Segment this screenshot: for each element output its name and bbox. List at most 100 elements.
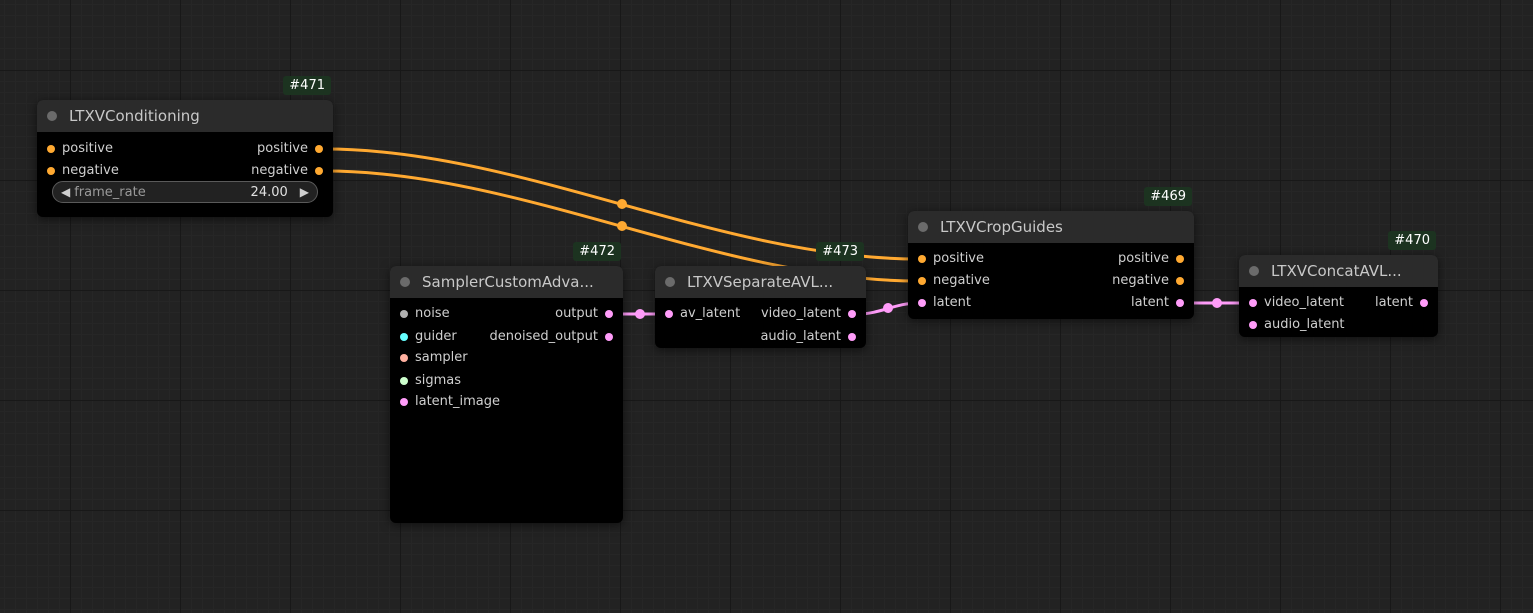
slot-label: positive bbox=[1118, 251, 1169, 266]
slot-label: output bbox=[555, 306, 598, 321]
wire-midpoint-negative[interactable] bbox=[617, 221, 627, 231]
node-header[interactable]: SamplerCustomAdva... bbox=[390, 266, 623, 298]
input-slot-sigmas[interactable]: sigmas bbox=[400, 374, 461, 388]
slot-dot[interactable] bbox=[605, 310, 613, 318]
output-slot-output[interactable]: output bbox=[555, 307, 613, 321]
input-slot-noise[interactable]: noise bbox=[400, 307, 450, 321]
output-slot-audio-latent[interactable]: audio_latent bbox=[760, 330, 856, 344]
node-id-badge: #473 bbox=[816, 242, 864, 261]
slot-label: latent_image bbox=[415, 394, 501, 409]
node-ltxv-crop-guides[interactable]: #469 LTXVCropGuides positive negative la… bbox=[908, 187, 1194, 319]
wire-midpoint-output[interactable] bbox=[635, 309, 645, 319]
slot-dot[interactable] bbox=[1176, 299, 1184, 307]
node-id-badge: #471 bbox=[283, 76, 331, 95]
input-slot-audio-latent[interactable]: audio_latent bbox=[1249, 318, 1345, 332]
output-slot-negative[interactable]: negative bbox=[251, 164, 323, 178]
slot-label: positive bbox=[62, 141, 113, 156]
input-slot-positive[interactable]: positive bbox=[47, 142, 113, 156]
collapse-dot[interactable] bbox=[918, 222, 928, 232]
output-slot-video-latent[interactable]: video_latent bbox=[761, 307, 856, 321]
slot-dot[interactable] bbox=[665, 310, 673, 318]
slot-label: noise bbox=[415, 306, 450, 321]
slot-dot[interactable] bbox=[1176, 277, 1184, 285]
wire-midpoint-positive[interactable] bbox=[617, 199, 627, 209]
output-slot-denoised-output[interactable]: denoised_output bbox=[490, 330, 613, 344]
slot-dot[interactable] bbox=[400, 398, 408, 406]
slot-label: latent bbox=[1130, 295, 1169, 310]
node-header[interactable]: LTXVCropGuides bbox=[908, 211, 1194, 243]
wire-midpoint-latent[interactable] bbox=[1212, 298, 1222, 308]
collapse-dot[interactable] bbox=[400, 277, 410, 287]
wire-midpoint-video-latent[interactable] bbox=[883, 303, 893, 313]
input-slot-latent-image[interactable]: latent_image bbox=[400, 395, 500, 409]
slot-dot[interactable] bbox=[918, 255, 926, 263]
node-sampler-custom-advanced[interactable]: #472 SamplerCustomAdva... noise guider s… bbox=[390, 242, 623, 523]
slot-dot[interactable] bbox=[848, 333, 856, 341]
collapse-dot[interactable] bbox=[1249, 266, 1259, 276]
input-slot-sampler[interactable]: sampler bbox=[400, 351, 468, 365]
node-id-badge: #470 bbox=[1388, 231, 1436, 250]
input-slot-guider[interactable]: guider bbox=[400, 330, 457, 344]
node-id-badge: #469 bbox=[1144, 187, 1192, 206]
slot-dot[interactable] bbox=[918, 299, 926, 307]
widget-value[interactable]: 24.00 bbox=[251, 185, 288, 200]
node-title: LTXVCropGuides bbox=[940, 218, 1063, 236]
slot-label: latent bbox=[1374, 295, 1413, 310]
node-title: SamplerCustomAdva... bbox=[422, 273, 594, 291]
input-slot-negative[interactable]: negative bbox=[918, 274, 990, 288]
slot-dot[interactable] bbox=[400, 310, 408, 318]
slot-dot[interactable] bbox=[47, 167, 55, 175]
slot-label: audio_latent bbox=[1264, 317, 1345, 332]
node-title: LTXVConditioning bbox=[69, 107, 200, 125]
slot-dot[interactable] bbox=[1249, 299, 1257, 307]
node-header[interactable]: LTXVSeparateAVL... bbox=[655, 266, 866, 298]
node-ltxv-conditioning[interactable]: #471 LTXVConditioning positive negative … bbox=[37, 76, 333, 217]
node-id-badge: #472 bbox=[573, 242, 621, 261]
wire-negative[interactable] bbox=[324, 169, 919, 283]
slot-label: negative bbox=[62, 163, 119, 178]
collapse-dot[interactable] bbox=[47, 111, 57, 121]
slot-dot[interactable] bbox=[1420, 299, 1428, 307]
output-slot-latent[interactable]: latent bbox=[1131, 296, 1184, 310]
slot-dot[interactable] bbox=[315, 145, 323, 153]
slot-dot[interactable] bbox=[1176, 255, 1184, 263]
increment-arrow-icon[interactable]: ▶ bbox=[300, 185, 309, 199]
node-ltxv-concat-av-latent[interactable]: #470 LTXVConcatAVL... video_latent audio… bbox=[1239, 231, 1438, 337]
slot-dot[interactable] bbox=[605, 333, 613, 341]
node-title: LTXVConcatAVL... bbox=[1271, 262, 1402, 280]
slot-dot[interactable] bbox=[47, 145, 55, 153]
node-title: LTXVSeparateAVL... bbox=[687, 273, 834, 291]
slot-label: negative bbox=[1112, 273, 1169, 288]
input-slot-av-latent[interactable]: av_latent bbox=[665, 307, 740, 321]
slot-label: negative bbox=[933, 273, 990, 288]
slot-label: av_latent bbox=[680, 306, 741, 321]
slot-dot[interactable] bbox=[918, 277, 926, 285]
collapse-dot[interactable] bbox=[665, 277, 675, 287]
slot-dot[interactable] bbox=[400, 377, 408, 385]
input-slot-negative[interactable]: negative bbox=[47, 164, 119, 178]
slot-label: latent bbox=[933, 295, 972, 310]
decrement-arrow-icon[interactable]: ◀ bbox=[61, 185, 70, 199]
slot-label: sampler bbox=[415, 350, 468, 365]
slot-dot[interactable] bbox=[848, 310, 856, 318]
widget-label: frame_rate bbox=[74, 184, 146, 200]
input-slot-positive[interactable]: positive bbox=[918, 252, 984, 266]
node-header[interactable]: LTXVConcatAVL... bbox=[1239, 255, 1438, 287]
slot-dot[interactable] bbox=[1249, 321, 1257, 329]
output-slot-negative[interactable]: negative bbox=[1112, 274, 1184, 288]
slot-dot[interactable] bbox=[400, 354, 408, 362]
input-slot-video-latent[interactable]: video_latent bbox=[1249, 296, 1344, 310]
input-slot-latent[interactable]: latent bbox=[918, 296, 971, 310]
slot-label: guider bbox=[415, 329, 457, 344]
node-graph-canvas[interactable]: #471 LTXVConditioning positive negative … bbox=[0, 0, 1533, 613]
slot-label: audio_latent bbox=[760, 329, 841, 344]
frame-rate-widget[interactable]: ◀ frame_rate 24.00 ▶ bbox=[52, 181, 318, 203]
slot-dot[interactable] bbox=[400, 333, 408, 341]
output-slot-latent[interactable]: latent bbox=[1375, 296, 1428, 310]
slot-dot[interactable] bbox=[315, 167, 323, 175]
output-slot-positive[interactable]: positive bbox=[257, 142, 323, 156]
node-header[interactable]: LTXVConditioning bbox=[37, 100, 333, 132]
slot-label: positive bbox=[257, 141, 308, 156]
output-slot-positive[interactable]: positive bbox=[1118, 252, 1184, 266]
node-ltxv-separate-av-latent[interactable]: #473 LTXVSeparateAVL... av_latent video_… bbox=[655, 242, 866, 348]
